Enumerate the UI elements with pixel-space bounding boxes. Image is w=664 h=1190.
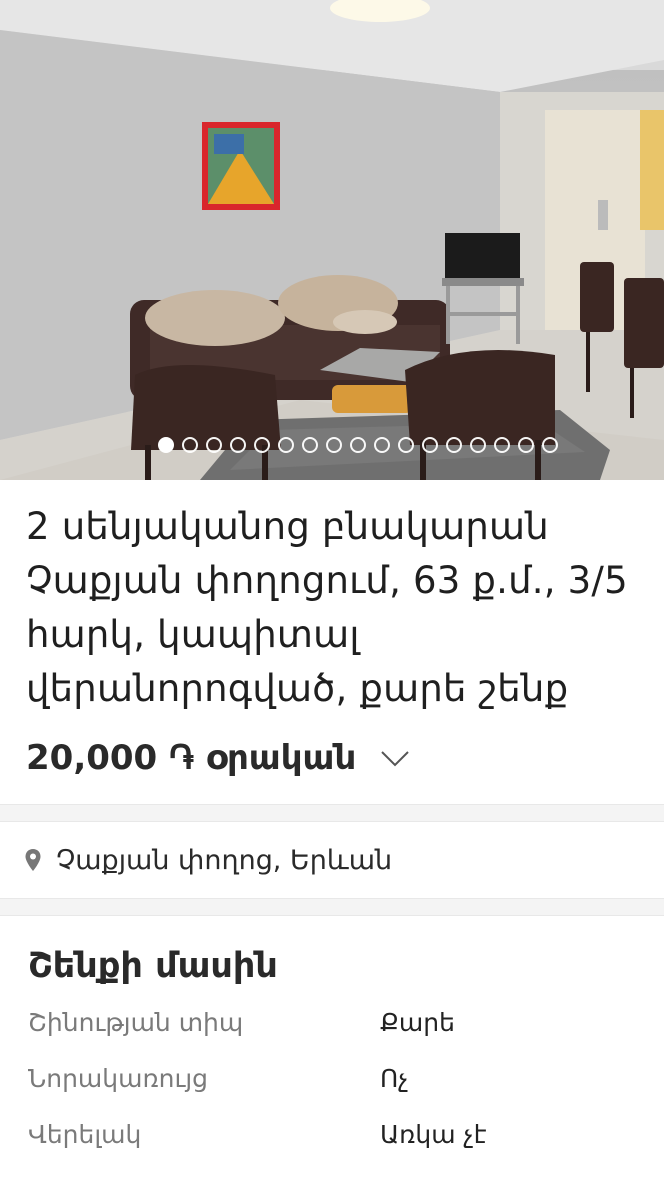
spec-value: Ոչ: [380, 1063, 409, 1093]
listing-title: 2 սենյականոց բնակարան Չաքյան փողոցում, 6…: [26, 505, 628, 710]
building-section-title: Շենքի մասին: [28, 946, 278, 986]
gallery-dot[interactable]: [374, 437, 390, 453]
spec-label: Վերելակ: [28, 1119, 142, 1149]
section-divider: [0, 898, 664, 916]
gallery-dot[interactable]: [254, 437, 270, 453]
gallery-dot[interactable]: [302, 437, 318, 453]
gallery-dot[interactable]: [350, 437, 366, 453]
gallery-dot[interactable]: [470, 437, 486, 453]
price-row[interactable]: 20,000 ֏ օրական: [26, 736, 636, 780]
gallery-dot[interactable]: [326, 437, 342, 453]
gallery-dot[interactable]: [422, 437, 438, 453]
spec-label: Նորակառույց: [28, 1063, 209, 1093]
spec-row: Նորակառույց Ոչ: [28, 1050, 640, 1106]
location-text: Չաքյան փողոց, Երևան: [56, 844, 393, 876]
gallery-dot[interactable]: [206, 437, 222, 453]
spec-row: Շինության տիպ Քարե: [28, 994, 640, 1050]
gallery-dot[interactable]: [446, 437, 462, 453]
gallery-dot[interactable]: [494, 437, 510, 453]
gallery-pagination[interactable]: [0, 437, 664, 457]
gallery-dot[interactable]: [278, 437, 294, 453]
gallery-dot[interactable]: [542, 437, 558, 453]
gallery-dots[interactable]: [158, 437, 558, 453]
gallery-dot[interactable]: [158, 437, 174, 453]
listing-photo[interactable]: [0, 0, 664, 480]
listing-price: 20,000 ֏ օրական: [26, 738, 357, 778]
map-pin-icon: [25, 849, 41, 871]
section-divider: [0, 804, 664, 822]
spec-row: Վերելակ Առկա չէ: [28, 1106, 640, 1162]
spec-label: Շինության տիպ: [28, 1007, 244, 1037]
spec-value: Առկա չէ: [380, 1119, 487, 1149]
location-row[interactable]: Չաքյան փողոց, Երևան: [0, 822, 664, 898]
photo-gallery[interactable]: [0, 0, 664, 480]
spec-value: Քարե: [380, 1007, 455, 1037]
gallery-dot[interactable]: [230, 437, 246, 453]
chevron-down-icon[interactable]: [378, 741, 412, 775]
gallery-dot[interactable]: [398, 437, 414, 453]
gallery-dot[interactable]: [518, 437, 534, 453]
gallery-dot[interactable]: [182, 437, 198, 453]
listing-header: 2 սենյականոց բնակարան Չաքյան փողոցում, 6…: [0, 500, 664, 780]
building-section: Շենքի մասին Շինության տիպ Քարե Նորակառու…: [0, 946, 664, 1162]
